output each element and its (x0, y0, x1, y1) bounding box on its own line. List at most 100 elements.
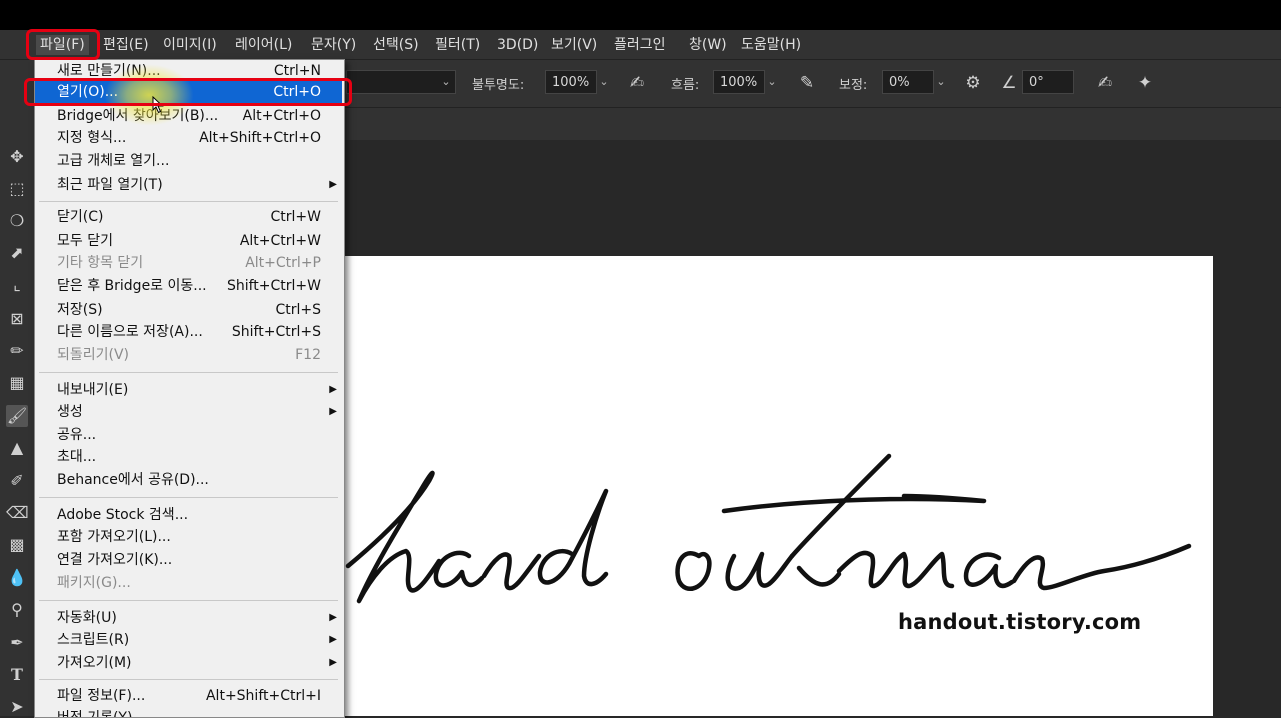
smoothing-field[interactable]: 0% (882, 70, 934, 94)
menu-item-close-all[interactable]: 모두 닫기 Alt+Ctrl+W (35, 230, 342, 252)
pressure-opacity-icon[interactable]: ✍ (626, 72, 648, 94)
menu-item-label: 닫기(C) (57, 209, 104, 225)
menu-separator (39, 600, 338, 601)
menu-item-label: 다른 이름으로 저장(A)... (57, 324, 203, 340)
menu-item-label: 지정 형식... (57, 130, 127, 146)
menu-item-label: 공유... (57, 427, 97, 443)
menu-item-open-as[interactable]: 지정 형식... Alt+Shift+Ctrl+O (35, 127, 342, 149)
menu-item-shortcut: Ctrl+W (270, 209, 321, 225)
marquee-tool-icon[interactable]: ⬚ (6, 178, 28, 200)
menu-item-version-history[interactable]: 버전 기록(Y)... (35, 707, 342, 718)
brush-tool-icon[interactable]: 🖌 (6, 405, 28, 427)
object-select-tool-icon[interactable]: ⬈ (6, 242, 28, 264)
menu-item-save[interactable]: 저장(S) Ctrl+S (35, 299, 342, 321)
menu-item-share-on-behance[interactable]: Behance에서 공유(D)... (35, 469, 342, 491)
menu-item-label: 최근 파일 열기(T) (57, 177, 163, 193)
gradient-tool-icon[interactable]: ▩ (6, 534, 28, 556)
submenu-arrow-icon: ▶ (329, 406, 337, 417)
menu-item-label: 닫은 후 Bridge로 이동... (57, 278, 207, 294)
menu-separator (39, 201, 338, 202)
healing-brush-tool-icon[interactable]: ▦ (6, 372, 28, 394)
menu-item-label: 포함 가져오기(L)... (57, 529, 171, 545)
submenu-arrow-icon: ▶ (329, 657, 337, 668)
chevron-down-icon[interactable]: ⌄ (437, 70, 455, 94)
angle-icon: ∠ (1001, 73, 1017, 93)
submenu-arrow-icon: ▶ (329, 179, 337, 190)
symmetry-butterfly-icon[interactable]: ✦ (1134, 72, 1156, 94)
menu-edit[interactable]: 편집(E) (103, 35, 149, 55)
menu-view[interactable]: 보기(V) (551, 35, 597, 55)
stamp-tool-icon[interactable]: ▲ (6, 437, 28, 459)
submenu-arrow-icon: ▶ (329, 384, 337, 395)
eyedropper-tool-icon[interactable]: ✏ (6, 340, 28, 362)
menu-help[interactable]: 도움말(H) (741, 35, 801, 55)
menu-layer[interactable]: 레이어(L) (235, 35, 292, 55)
flow-field[interactable]: 100% (713, 70, 765, 94)
menu-image[interactable]: 이미지(I) (163, 35, 217, 55)
menu-item-open-recent[interactable]: 최근 파일 열기(T) ▶ (35, 174, 342, 196)
eraser-tool-icon[interactable]: ⌫ (6, 502, 29, 524)
airbrush-icon[interactable]: ✎ (796, 72, 818, 94)
menu-item-label: 버전 기록(Y)... (57, 710, 146, 718)
menu-item-close-and-go-to-bridge[interactable]: 닫은 후 Bridge로 이동... Shift+Ctrl+W (35, 275, 342, 297)
crop-tool-icon[interactable]: ⌞ (6, 274, 28, 296)
pressure-size-icon[interactable]: ✍ (1094, 72, 1116, 94)
menu-item-place-linked[interactable]: 연결 가져오기(K)... (35, 549, 342, 571)
menu-item-shortcut: Alt+Ctrl+W (239, 233, 321, 249)
menu-item-save-as[interactable]: 다른 이름으로 저장(A)... Shift+Ctrl+S (35, 321, 342, 343)
menu-item-label: 생성 (57, 404, 83, 420)
blur-tool-icon[interactable]: 💧 (6, 567, 28, 589)
pen-tool-icon[interactable]: ✒ (6, 632, 28, 654)
path-select-tool-icon[interactable]: ➤ (6, 696, 28, 718)
menu-item-export[interactable]: 내보내기(E) ▶ (35, 379, 342, 401)
opacity-field[interactable]: 100% (545, 70, 597, 94)
menu-item-import[interactable]: 가져오기(M) ▶ (35, 652, 342, 674)
chevron-down-icon[interactable]: ⌄ (595, 70, 613, 94)
menu-item-automate[interactable]: 자동화(U) ▶ (35, 607, 342, 629)
menu-item-open-as-smart-object[interactable]: 고급 개체로 열기... (35, 150, 342, 172)
history-brush-tool-icon[interactable]: ✐ (6, 470, 28, 492)
menu-item-label: Behance에서 공유(D)... (57, 472, 209, 488)
menu-item-close[interactable]: 닫기(C) Ctrl+W (35, 206, 342, 228)
menu-item-package: 패키지(G)... (35, 572, 342, 594)
angle-field[interactable]: 0° (1022, 70, 1074, 94)
menu-item-shortcut: Shift+Ctrl+W (226, 278, 321, 294)
menu-plugins[interactable]: 플러그인 (614, 35, 666, 55)
menu-item-shortcut: Alt+Ctrl+P (245, 255, 321, 271)
menu-3d[interactable]: 3D(D) (497, 35, 538, 55)
submenu-arrow-icon: ▶ (329, 634, 337, 645)
menu-item-label: 내보내기(E) (57, 382, 129, 398)
lasso-tool-icon[interactable]: ❍ (6, 210, 28, 232)
menu-item-search-adobe-stock[interactable]: Adobe Stock 검색... (35, 504, 342, 526)
type-tool-icon[interactable]: T (6, 664, 28, 686)
menu-separator (39, 679, 338, 680)
move-tool-icon[interactable]: ✥ (6, 146, 28, 168)
frame-tool-icon[interactable]: ⊠ (6, 308, 28, 330)
menu-item-shortcut: F12 (295, 347, 321, 363)
submenu-arrow-icon: ▶ (329, 612, 337, 623)
handoutman-script-logo (345, 453, 1192, 604)
menu-filter[interactable]: 필터(T) (435, 35, 480, 55)
menu-item-label: 저장(S) (57, 302, 103, 318)
menu-item-label: 패키지(G)... (57, 575, 131, 591)
menu-type[interactable]: 문자(Y) (311, 35, 356, 55)
menu-item-file-info[interactable]: 파일 정보(F)... Alt+Shift+Ctrl+I (35, 685, 342, 707)
menu-item-place-embedded[interactable]: 포함 가져오기(L)... (35, 526, 342, 548)
smoothing-label: 보정: (839, 78, 868, 93)
menu-item-label: 스크립트(R) (57, 632, 130, 648)
chevron-down-icon[interactable]: ⌄ (932, 70, 950, 94)
menu-item-scripts[interactable]: 스크립트(R) ▶ (35, 629, 342, 651)
menu-window[interactable]: 창(W) (689, 35, 727, 55)
menu-item-share[interactable]: 공유... (35, 424, 342, 446)
menu-item-shortcut: Alt+Shift+Ctrl+I (205, 688, 321, 704)
menu-item-shortcut: Shift+Ctrl+S (231, 324, 321, 340)
chevron-down-icon[interactable]: ⌄ (763, 70, 781, 94)
document-canvas[interactable]: handout.tistory.com (344, 256, 1213, 716)
gear-icon[interactable]: ⚙ (962, 72, 984, 94)
menu-item-invite[interactable]: 초대... (35, 446, 342, 468)
menu-item-label: 파일 정보(F)... (57, 688, 146, 704)
menu-select[interactable]: 선택(S) (373, 35, 419, 55)
annotation-highlight-open-item (24, 78, 352, 106)
dodge-tool-icon[interactable]: ⚲ (6, 599, 28, 621)
menu-item-generate[interactable]: 생성 ▶ (35, 401, 342, 423)
